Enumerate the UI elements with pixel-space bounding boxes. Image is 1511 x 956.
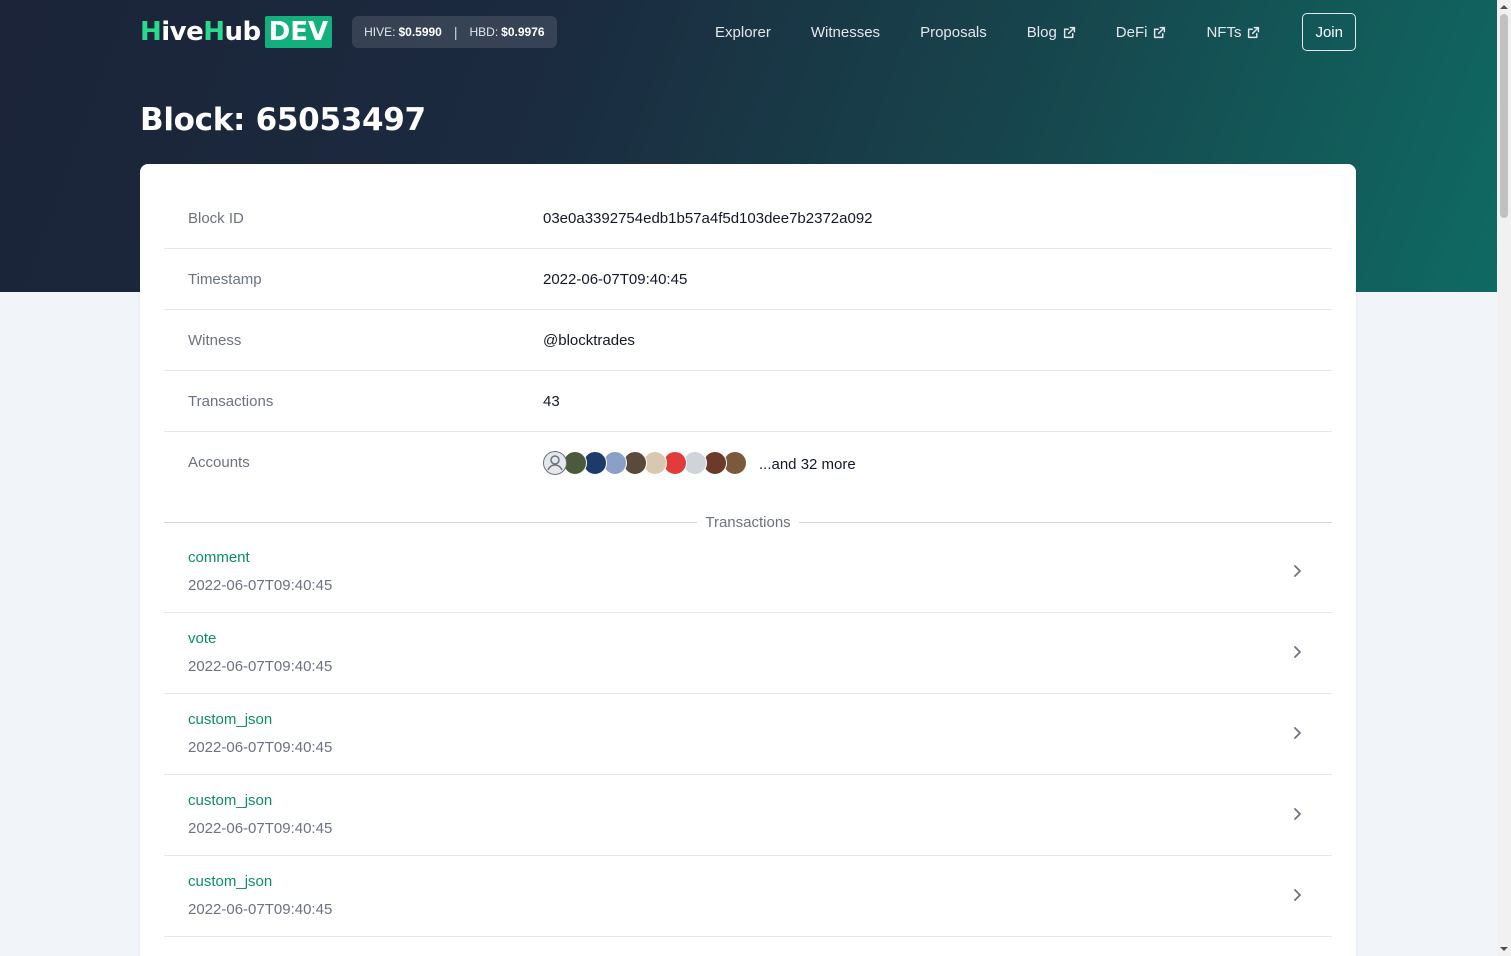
join-button[interactable]: Join bbox=[1302, 13, 1356, 51]
main-nav: Explorer Witnesses Proposals Blog DeFi N… bbox=[675, 13, 1356, 51]
logo-wordmark: HiveHub bbox=[140, 17, 261, 47]
chevron-right-icon bbox=[1294, 565, 1301, 577]
page-scrollbar[interactable] bbox=[1497, 0, 1511, 956]
top-navigation: HiveHub DEV HIVE: $0.5990 | HBD: $0.9976 E… bbox=[140, 13, 1356, 51]
info-label: Block ID bbox=[188, 209, 244, 227]
info-row-witness: Witness @blocktrades bbox=[164, 310, 1332, 371]
hive-price-label: HIVE: bbox=[364, 25, 396, 39]
hive-price-value: $0.5990 bbox=[398, 25, 442, 39]
account-avatars bbox=[543, 450, 747, 475]
info-label: Witness bbox=[188, 331, 242, 349]
transaction-list: comment 2022-06-07T09:40:45 vote 2022-06… bbox=[164, 532, 1332, 937]
transactions-section-label: Transactions bbox=[705, 513, 791, 531]
info-row-transactions: Transactions 43 bbox=[164, 371, 1332, 432]
chevron-right-icon bbox=[1294, 889, 1301, 901]
divider-line bbox=[164, 521, 698, 523]
scroll-up-arrow-icon[interactable] bbox=[1500, 3, 1508, 11]
transaction-type: custom_json bbox=[188, 873, 273, 890]
price-separator: | bbox=[453, 24, 458, 40]
transaction-row[interactable]: custom_json 2022-06-07T09:40:45 bbox=[164, 694, 1332, 775]
external-link-icon bbox=[1248, 26, 1260, 38]
price-ticker: HIVE: $0.5990 | HBD: $0.9976 bbox=[352, 16, 557, 48]
page-title: Block: 65053497 bbox=[140, 102, 426, 138]
external-link-icon bbox=[1154, 26, 1166, 38]
scrollbar-thumb[interactable] bbox=[1500, 14, 1508, 218]
chevron-right-icon bbox=[1294, 727, 1301, 739]
transaction-row[interactable]: custom_json 2022-06-07T09:40:45 bbox=[164, 856, 1332, 937]
nav-item-defi[interactable]: DeFi bbox=[1116, 24, 1167, 41]
info-row-accounts: Accounts ...and 32 more bbox=[164, 432, 1332, 493]
nav-item-proposals[interactable]: Proposals bbox=[920, 24, 987, 41]
witness-link[interactable]: @blocktrades bbox=[543, 332, 635, 349]
transaction-row[interactable]: comment 2022-06-07T09:40:45 bbox=[164, 532, 1332, 613]
nav-item-blog[interactable]: Blog bbox=[1027, 24, 1076, 41]
block-id-value: 03e0a3392754edb1b57a4f5d103dee7b2372a092 bbox=[543, 209, 873, 227]
transaction-type: custom_json bbox=[188, 711, 273, 728]
nav-item-explorer[interactable]: Explorer bbox=[715, 24, 771, 41]
scroll-down-arrow-icon[interactable] bbox=[1500, 945, 1508, 953]
transaction-time: 2022-06-07T09:40:45 bbox=[188, 820, 333, 837]
transaction-time: 2022-06-07T09:40:45 bbox=[188, 658, 333, 675]
info-label: Accounts bbox=[188, 454, 250, 471]
transaction-time: 2022-06-07T09:40:45 bbox=[188, 577, 333, 594]
chevron-right-icon bbox=[1294, 808, 1301, 820]
default-user-avatar[interactable] bbox=[543, 450, 567, 475]
hbd-price-value: $0.9976 bbox=[501, 25, 545, 39]
hivehub-logo[interactable]: HiveHub DEV bbox=[140, 16, 333, 48]
nav-item-witnesses[interactable]: Witnesses bbox=[811, 24, 880, 41]
transaction-row[interactable]: custom_json 2022-06-07T09:40:45 bbox=[164, 775, 1332, 856]
info-row-timestamp: Timestamp 2022-06-07T09:40:45 bbox=[164, 249, 1332, 310]
timestamp-value: 2022-06-07T09:40:45 bbox=[543, 270, 688, 288]
external-link-icon bbox=[1063, 26, 1075, 38]
transaction-time: 2022-06-07T09:40:45 bbox=[188, 901, 333, 918]
block-details-card: Block ID 03e0a3392754edb1b57a4f5d103dee7… bbox=[140, 164, 1356, 956]
info-label: Timestamp bbox=[188, 270, 262, 288]
divider-line bbox=[798, 521, 1332, 523]
transaction-row[interactable]: vote 2022-06-07T09:40:45 bbox=[164, 613, 1332, 694]
transactions-divider: Transactions bbox=[164, 512, 1332, 532]
transaction-type: custom_json bbox=[188, 792, 273, 809]
accounts-value: ...and 32 more bbox=[543, 450, 856, 475]
transaction-time: 2022-06-07T09:40:45 bbox=[188, 739, 333, 756]
logo-dev-badge: DEV bbox=[264, 16, 333, 48]
info-label: Transactions bbox=[188, 392, 274, 410]
transaction-type: comment bbox=[188, 549, 250, 566]
user-icon bbox=[547, 454, 563, 470]
block-info-table: Block ID 03e0a3392754edb1b57a4f5d103dee7… bbox=[164, 188, 1332, 493]
info-row-block-id: Block ID 03e0a3392754edb1b57a4f5d103dee7… bbox=[164, 188, 1332, 249]
accounts-more-link[interactable]: ...and 32 more bbox=[759, 456, 856, 473]
chevron-right-icon bbox=[1294, 646, 1301, 658]
nav-item-nfts[interactable]: NFTs bbox=[1206, 24, 1260, 41]
transaction-type: vote bbox=[188, 630, 217, 647]
hbd-price-label: HBD: bbox=[469, 25, 499, 39]
transactions-count: 43 bbox=[543, 392, 560, 410]
